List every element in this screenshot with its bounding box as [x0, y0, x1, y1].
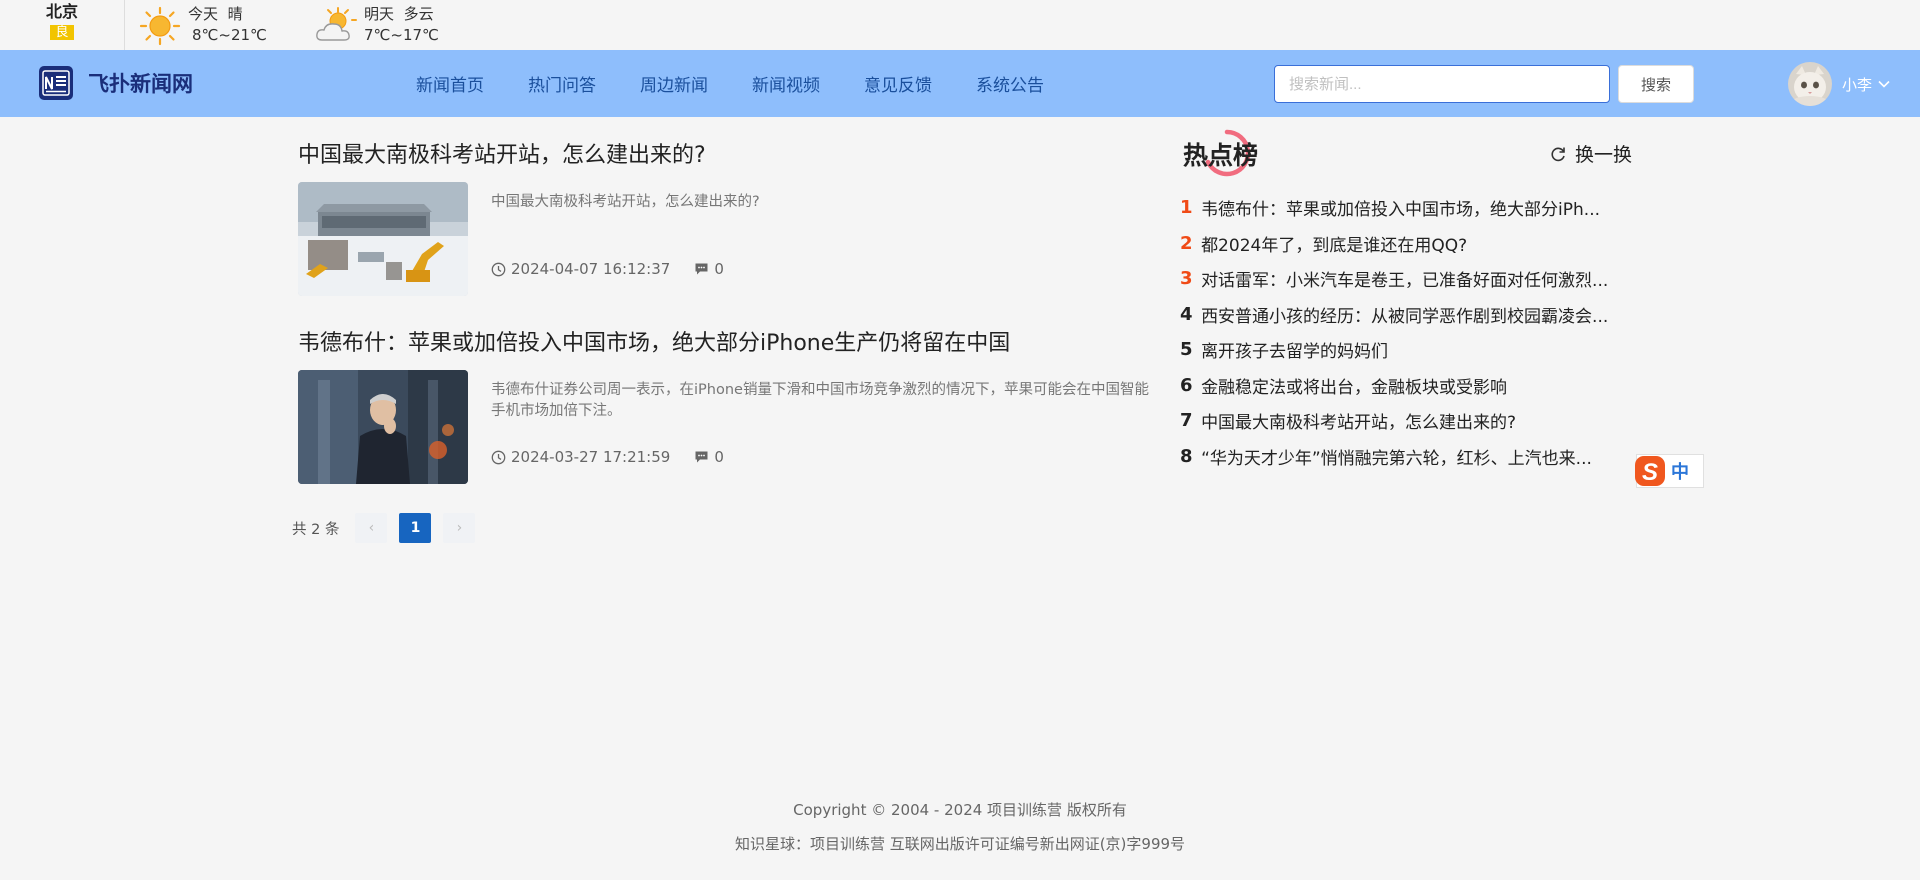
- weather-bar: 北京 良 今天 晴 8℃~21℃ 明天 多云 7℃~17℃: [0, 0, 1920, 50]
- hot-rank: 6: [1180, 374, 1193, 396]
- footer: Copyright © 2004 - 2024 项目训练营 版权所有 知识星球：…: [0, 800, 1920, 854]
- aqi-badge: 良: [50, 25, 74, 40]
- main-nav: 新闻首页 热门问答 周边新闻 新闻视频 意见反馈 系统公告: [416, 50, 1088, 117]
- weather-city: 北京 良: [44, 3, 80, 40]
- hot-text: 金融稳定法或将出台，金融板块或受影响: [1201, 377, 1508, 398]
- article-title[interactable]: 中国最大南极科考站开站，怎么建出来的?: [298, 140, 1148, 172]
- today-temp: 8℃~21℃: [192, 26, 267, 44]
- nav-hot-qa[interactable]: 热门问答: [528, 71, 596, 96]
- hot-rank: 5: [1180, 339, 1193, 361]
- article-title[interactable]: 韦德布什：苹果或加倍投入中国市场，绝大部分iPhone生产仍将留在中国: [298, 328, 1148, 360]
- antarctic-station-image: [298, 182, 468, 296]
- article-summary: 中国最大南极科考站开站，怎么建出来的?: [491, 194, 760, 210]
- hot-rank: 7: [1180, 410, 1193, 432]
- sun-icon: [139, 6, 181, 46]
- article-comments: 0: [714, 448, 724, 466]
- clock-icon: [491, 450, 506, 464]
- article-meta: 2024-04-07 16:12:37 0: [491, 260, 724, 278]
- refresh-button[interactable]: 换一换: [1549, 140, 1632, 167]
- hot-text: 西安普通小孩的经历：从被同学恶作剧到校园霸凌会...: [1201, 306, 1609, 327]
- hot-rank: 4: [1180, 303, 1193, 325]
- site-logo[interactable]: 飞扑新闻网: [38, 65, 193, 101]
- hot-list-item[interactable]: 2 都2024年了，到底是谁还在用QQ?: [1180, 226, 1632, 262]
- tomorrow-label: 明天: [364, 5, 395, 23]
- article-item: 韦德布什：苹果或加倍投入中国市场，绝大部分iPhone生产仍将留在中国 韦德布什…: [298, 328, 1149, 484]
- weather-divider: [124, 0, 125, 50]
- svg-text:S: S: [1642, 459, 1658, 486]
- hot-list-item[interactable]: 1 韦德布什：苹果或加倍投入中国市场，绝大部分iPh...: [1180, 190, 1632, 226]
- hot-text: 对话雷军：小米汽车是卷王，已准备好面对任何激烈...: [1201, 271, 1609, 292]
- comment-icon: [695, 451, 708, 463]
- hot-text: 中国最大南极科考站开站，怎么建出来的?: [1201, 413, 1517, 434]
- avatar[interactable]: [1788, 62, 1832, 106]
- ime-mode: 中: [1671, 462, 1689, 483]
- hot-list-item[interactable]: 3 对话雷军：小米汽车是卷王，已准备好面对任何激烈...: [1180, 261, 1632, 297]
- footer-license: 知识星球：项目训练营 互联网出版许可证编号新出网证(京)字999号: [734, 835, 1186, 853]
- nav-news-video[interactable]: 新闻视频: [752, 71, 820, 96]
- hot-list: 1 韦德布什：苹果或加倍投入中国市场，绝大部分iPh... 2 都2024年了，…: [1180, 190, 1632, 474]
- hot-rank: 2: [1180, 232, 1193, 254]
- article-time: 2024-04-07 16:12:37: [511, 260, 671, 278]
- hot-list-title: 热点榜: [1183, 141, 1259, 170]
- hot-text: 离开孩子去留学的妈妈们: [1201, 342, 1389, 363]
- hot-rank: 1: [1180, 197, 1193, 219]
- pagination-total: 共 2 条: [292, 521, 340, 538]
- hot-list-panel: 热点榜 换一换 1 韦德布什：苹果或加倍投入中国市场，绝大部分iPh... 2 …: [1180, 128, 1632, 474]
- article-summary: 韦德布什证券公司周一表示，在iPhone销量下滑和中国市场竞争激烈的情况下，苹果…: [491, 382, 1149, 419]
- hot-rank: 3: [1180, 268, 1193, 290]
- city-name: 北京: [45, 2, 78, 21]
- refresh-label: 换一换: [1574, 144, 1632, 166]
- cat-avatar-icon: [1788, 62, 1832, 106]
- partly-cloudy-icon: [316, 7, 357, 41]
- hot-list-item[interactable]: 6 金融稳定法或将出台，金融板块或受影响: [1180, 368, 1632, 404]
- footer-copyright: Copyright © 2004 - 2024 项目训练营 版权所有: [793, 801, 1127, 819]
- ime-sogou-icon: S: [1635, 456, 1665, 486]
- clock-icon: [491, 262, 506, 276]
- refresh-icon: [1551, 147, 1565, 161]
- article-thumbnail[interactable]: [298, 182, 468, 296]
- nav-feedback[interactable]: 意见反馈: [864, 71, 932, 96]
- user-menu[interactable]: 小李: [1788, 62, 1890, 106]
- article-comments: 0: [714, 260, 724, 278]
- username: 小李: [1842, 75, 1873, 94]
- site-name: 飞扑新闻网: [88, 72, 193, 96]
- newspaper-logo-icon: [39, 66, 73, 100]
- hot-rank: 8: [1180, 445, 1193, 467]
- hot-text: “华为天才少年”悄悄融完第六轮，红杉、上汽也来...: [1201, 448, 1592, 469]
- next-page-button[interactable]: ›: [443, 513, 476, 543]
- hot-list-item[interactable]: 4 西安普通小孩的经历：从被同学恶作剧到校园霸凌会...: [1180, 297, 1632, 333]
- hot-list-item[interactable]: 5 离开孩子去留学的妈妈们: [1180, 332, 1632, 368]
- today-label: 今天: [188, 5, 219, 23]
- hot-text: 韦德布什：苹果或加倍投入中国市场，绝大部分iPh...: [1201, 200, 1601, 221]
- comment-icon: [695, 263, 708, 275]
- article-time: 2024-03-27 17:21:59: [511, 448, 671, 466]
- nav-announcements[interactable]: 系统公告: [976, 71, 1044, 96]
- article-thumbnail[interactable]: [298, 370, 468, 484]
- chevron-down-icon: [1878, 80, 1890, 88]
- search-button[interactable]: 搜索: [1618, 65, 1694, 103]
- hot-list-item[interactable]: 8 “华为天才少年”悄悄融完第六轮，红杉、上汽也来...: [1180, 439, 1632, 475]
- tomorrow-temp: 7℃~17℃: [364, 26, 439, 44]
- hot-text: 都2024年了，到底是谁还在用QQ?: [1201, 235, 1468, 256]
- apple-ceo-image: [298, 370, 468, 484]
- article-item: 中国最大南极科考站开站，怎么建出来的? 中国最大南极科考站开站，怎么建出来的?: [298, 140, 1148, 296]
- navbar: 飞扑新闻网 新闻首页 热门问答 周边新闻 新闻视频 意见反馈 系统公告 搜索 小…: [0, 50, 1920, 117]
- hot-list-item[interactable]: 7 中国最大南极科考站开站，怎么建出来的?: [1180, 403, 1632, 439]
- search-input[interactable]: [1274, 65, 1610, 103]
- ime-toolbar[interactable]: S 中: [1635, 454, 1704, 488]
- today-condition: 晴: [227, 5, 243, 23]
- pagination: 共 2 条 ‹ 1 ›: [292, 513, 487, 543]
- prev-page-button[interactable]: ‹: [355, 513, 388, 543]
- nav-home[interactable]: 新闻首页: [416, 71, 484, 96]
- nav-nearby-news[interactable]: 周边新闻: [640, 71, 708, 96]
- page-button-1[interactable]: 1: [399, 513, 432, 543]
- article-meta: 2024-03-27 17:21:59 0: [491, 448, 724, 466]
- tomorrow-condition: 多云: [403, 5, 434, 23]
